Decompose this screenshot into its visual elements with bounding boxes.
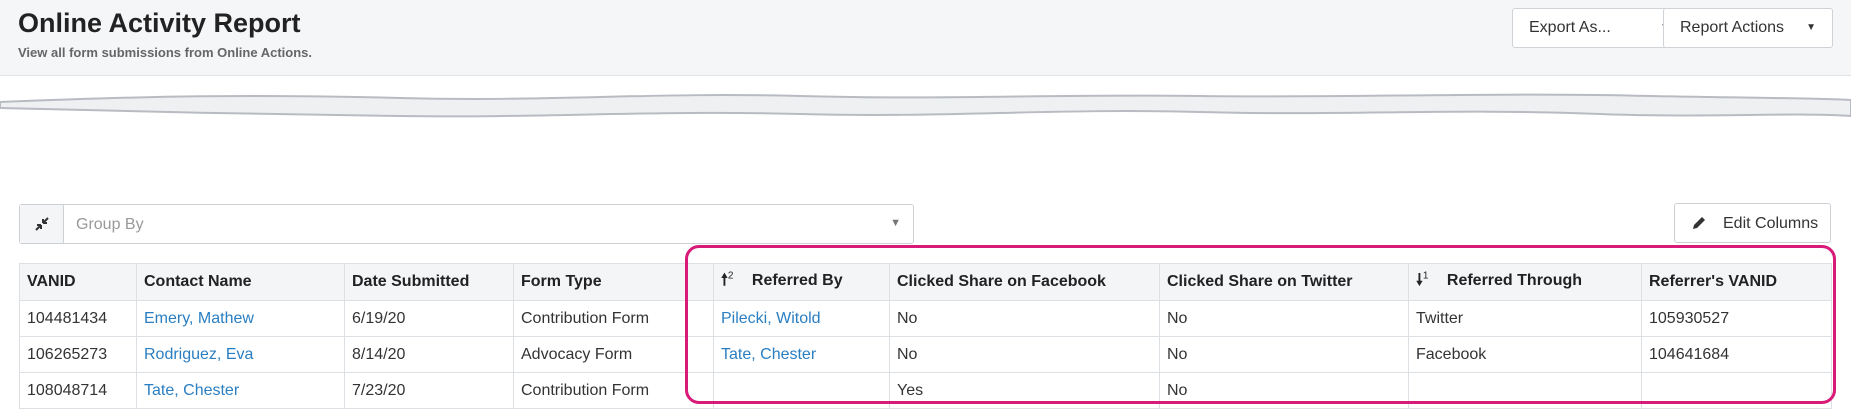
clicked-share-facebook-cell: Yes <box>889 372 1160 409</box>
referred-through-cell <box>1408 372 1642 409</box>
vanid-cell: 106265273 <box>19 336 137 373</box>
referrer-vanid-cell: 104641684 <box>1641 336 1832 373</box>
torn-edge-divider <box>0 93 1851 118</box>
referred-through-cell: Facebook <box>1408 336 1642 373</box>
clicked-share-twitter-cell: No <box>1159 300 1409 337</box>
contact-name-link[interactable]: Tate, Chester <box>144 382 239 399</box>
vanid-cell: 104481434 <box>19 300 137 337</box>
table-row: 108048714 Tate, Chester 7/23/20 Contribu… <box>19 372 1832 409</box>
vanid-cell: 108048714 <box>19 372 137 409</box>
referred-by-link[interactable]: Tate, Chester <box>721 346 816 363</box>
export-as-button[interactable]: Export As... ▼ <box>1512 8 1687 48</box>
sort-descending-icon: 🠗1 <box>1416 270 1429 289</box>
column-header-vanid[interactable]: VANID <box>19 263 137 301</box>
date-submitted-cell: 8/14/20 <box>344 336 514 373</box>
column-header-referrer-vanid[interactable]: Referrer's VANID <box>1641 263 1832 301</box>
column-header-label: Referred Through <box>1446 271 1583 289</box>
sort-ascending-icon: 🠕2 <box>721 270 734 289</box>
column-header-referred-by[interactable]: 🠕2 Referred By <box>713 263 890 301</box>
column-header-clicked-share-facebook[interactable]: Clicked Share on Facebook <box>889 263 1160 301</box>
caret-down-icon: ▼ <box>890 217 901 229</box>
page-subtitle: View all form submissions from Online Ac… <box>18 45 313 60</box>
column-header-contact-name[interactable]: Contact Name <box>136 263 345 301</box>
column-header-form-type[interactable]: Form Type <box>513 263 714 301</box>
page-header: Online Activity Report View all form sub… <box>0 0 1851 76</box>
collapse-button[interactable] <box>20 205 64 243</box>
form-type-cell: Advocacy Form <box>513 336 714 373</box>
date-submitted-cell: 7/23/20 <box>344 372 514 409</box>
contact-name-link[interactable]: Rodriguez, Eva <box>144 346 253 363</box>
edit-columns-label: Edit Columns <box>1723 215 1819 232</box>
clicked-share-twitter-cell: No <box>1159 372 1409 409</box>
contact-name-cell: Tate, Chester <box>136 372 345 409</box>
contact-name-cell: Emery, Mathew <box>136 300 345 337</box>
date-submitted-cell: 6/19/20 <box>344 300 514 337</box>
column-header-label: Referred By <box>751 271 843 289</box>
column-header-clicked-share-twitter[interactable]: Clicked Share on Twitter <box>1159 263 1409 301</box>
contact-name-cell: Rodriguez, Eva <box>136 336 345 373</box>
referrer-vanid-cell <box>1641 372 1832 409</box>
clicked-share-facebook-cell: No <box>889 336 1160 373</box>
caret-down-icon: ▼ <box>1806 22 1816 33</box>
contact-name-link[interactable]: Emery, Mathew <box>144 310 254 327</box>
group-by-placeholder: Group By <box>76 216 144 233</box>
referred-by-cell <box>713 372 890 409</box>
column-header-date-submitted[interactable]: Date Submitted <box>344 263 514 301</box>
report-actions-label: Report Actions <box>1680 19 1785 36</box>
column-header-referred-through[interactable]: 🠗1 Referred Through <box>1408 263 1642 301</box>
collapse-arrows-icon <box>34 217 49 231</box>
group-by-select[interactable]: Group By ▼ <box>19 204 914 244</box>
form-type-cell: Contribution Form <box>513 372 714 409</box>
table-row: 104481434 Emery, Mathew 6/19/20 Contribu… <box>19 300 1832 337</box>
table-row: 106265273 Rodriguez, Eva 8/14/20 Advocac… <box>19 336 1832 373</box>
referred-by-cell: Pilecki, Witold <box>713 300 890 337</box>
referred-through-cell: Twitter <box>1408 300 1642 337</box>
report-table: VANID Contact Name Date Submitted Form T… <box>19 263 1832 409</box>
referrer-vanid-cell: 105930527 <box>1641 300 1832 337</box>
table-header-row: VANID Contact Name Date Submitted Form T… <box>19 263 1832 301</box>
report-actions-button[interactable]: Report Actions ▼ <box>1663 8 1833 48</box>
export-as-label: Export As... <box>1529 19 1611 36</box>
referred-by-link[interactable]: Pilecki, Witold <box>721 310 821 327</box>
form-type-cell: Contribution Form <box>513 300 714 337</box>
pencil-icon <box>1693 217 1705 229</box>
edit-columns-button[interactable]: Edit Columns <box>1674 203 1831 243</box>
clicked-share-facebook-cell: No <box>889 300 1160 337</box>
referred-by-cell: Tate, Chester <box>713 336 890 373</box>
clicked-share-twitter-cell: No <box>1159 336 1409 373</box>
page-title: Online Activity Report <box>18 8 301 38</box>
